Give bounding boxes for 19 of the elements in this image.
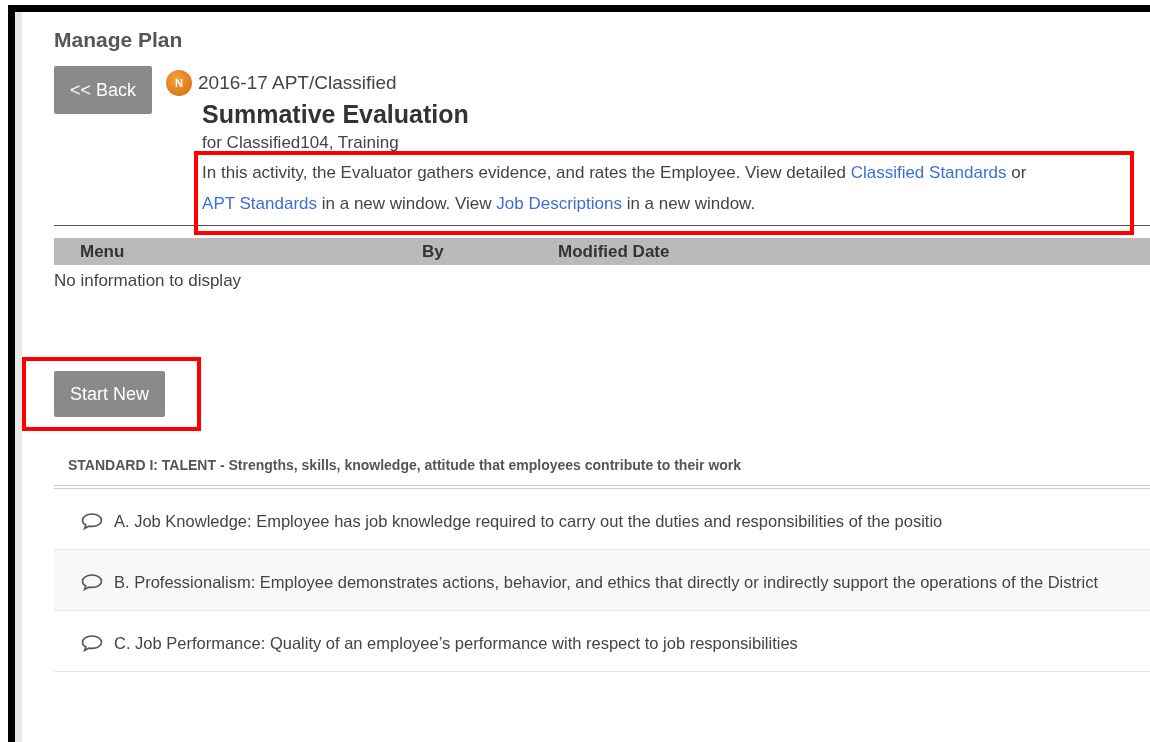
column-header: Menu	[80, 241, 126, 262]
back-button[interactable]: << Back	[54, 66, 153, 114]
standards-link[interactable]: Classified Standards	[850, 163, 1007, 182]
plan-name: 2016-17 APT/Classified	[198, 72, 397, 94]
employee-subtitle: for Classified104, Training	[202, 133, 400, 153]
column-header: Modified Date	[558, 241, 671, 262]
standard-item: B. Professionalism: Employee demonstrates actions, behavior, and ethics that directly or indirectly support the operations of the District	[54, 550, 1150, 611]
standards-link[interactable]: Job Descriptions	[496, 194, 622, 213]
page-title: Manage Plan	[54, 28, 184, 52]
start-new-button[interactable]: Start New	[54, 371, 166, 417]
column-header: By	[422, 241, 445, 262]
comment-icon[interactable]	[80, 634, 104, 652]
status-badge: N	[166, 70, 193, 96]
standards-link[interactable]: APT Standards	[202, 194, 318, 213]
empty-message: No information to display	[54, 271, 243, 291]
comment-icon[interactable]	[80, 512, 104, 530]
activity-description: In this activity, the Evaluator gathers evidence, and rates the Employee. View detailed Classified Standards or APT Standards in a new window. View Job Descriptions in a new window.	[202, 162, 1028, 215]
comment-icon[interactable]	[80, 573, 104, 591]
activity-heading: Summative Evaluation	[202, 100, 470, 129]
